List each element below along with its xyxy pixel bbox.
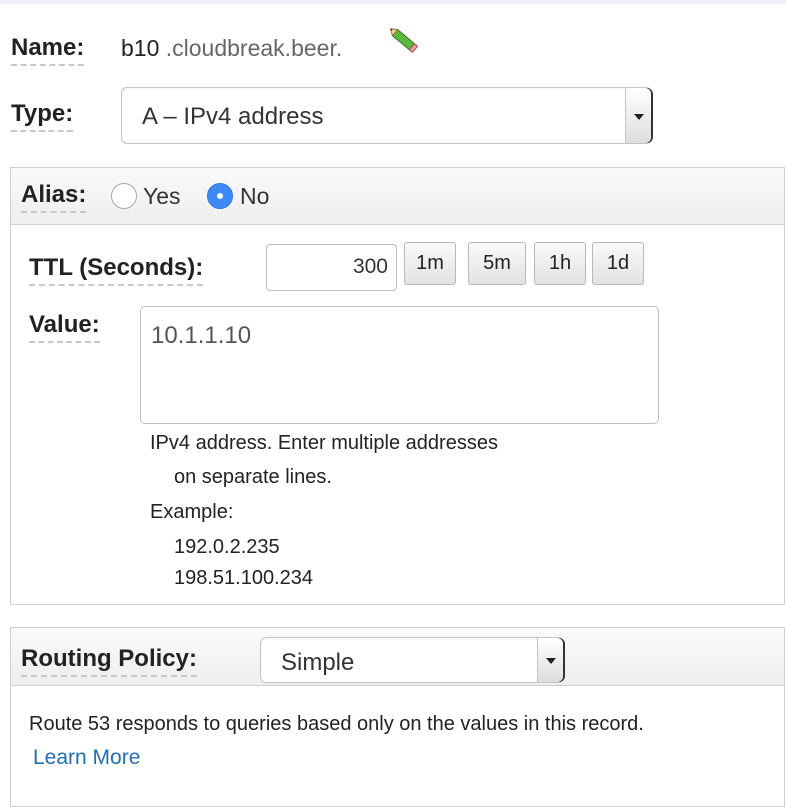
alias-header: Alias: Yes No	[11, 168, 784, 225]
value-textarea[interactable]: 10.1.1.10	[140, 306, 659, 424]
ttl-1d-button[interactable]: 1d	[592, 242, 644, 285]
chevron-down-icon	[625, 88, 651, 143]
ttl-1h-button[interactable]: 1h	[534, 242, 586, 285]
routing-policy-select[interactable]: Simple	[260, 637, 564, 683]
record-name-prefix: b10	[121, 35, 160, 61]
record-name: b10 .cloudbreak.beer.	[121, 35, 342, 62]
type-select-value: A – IPv4 address	[142, 103, 324, 130]
record-name-domain: .cloudbreak.beer.	[165, 35, 343, 61]
type-label: Type:	[11, 100, 74, 132]
value-help-example: 198.51.100.234	[174, 567, 314, 589]
value-help-text: IPv4 address. Enter multiple addresses	[150, 432, 498, 454]
routing-header: Routing Policy: Simple	[11, 628, 784, 686]
value-help-example-label: Example:	[150, 501, 234, 523]
routing-description: Route 53 responds to queries based only …	[29, 713, 644, 735]
ttl-label: TTL (Seconds):	[29, 254, 204, 286]
alias-yes-label[interactable]: Yes	[143, 183, 181, 210]
routing-panel: Routing Policy: Simple Route 53 responds…	[10, 627, 785, 807]
alias-no-radio[interactable]	[207, 183, 233, 209]
alias-label: Alias:	[21, 181, 87, 213]
top-border	[0, 0, 786, 4]
learn-more-link[interactable]: Learn More	[33, 746, 140, 770]
chevron-down-icon	[537, 638, 563, 682]
value-label: Value:	[29, 311, 100, 343]
ttl-5m-button[interactable]: 5m	[468, 242, 526, 285]
alias-no-label[interactable]: No	[240, 183, 269, 210]
ttl-1m-button[interactable]: 1m	[404, 242, 456, 285]
alias-yes-radio[interactable]	[111, 183, 137, 209]
alias-panel: Alias: Yes No TTL (Seconds): 300 1m 5m 1…	[10, 167, 785, 605]
value-help-text: on separate lines.	[174, 466, 332, 488]
name-label: Name:	[11, 34, 85, 66]
routing-policy-value: Simple	[281, 649, 355, 676]
type-select[interactable]: A – IPv4 address	[121, 87, 652, 144]
ttl-input[interactable]: 300	[266, 244, 397, 291]
pencil-icon[interactable]	[388, 26, 422, 56]
routing-policy-label: Routing Policy:	[21, 645, 197, 677]
value-help-example: 192.0.2.235	[174, 536, 280, 558]
